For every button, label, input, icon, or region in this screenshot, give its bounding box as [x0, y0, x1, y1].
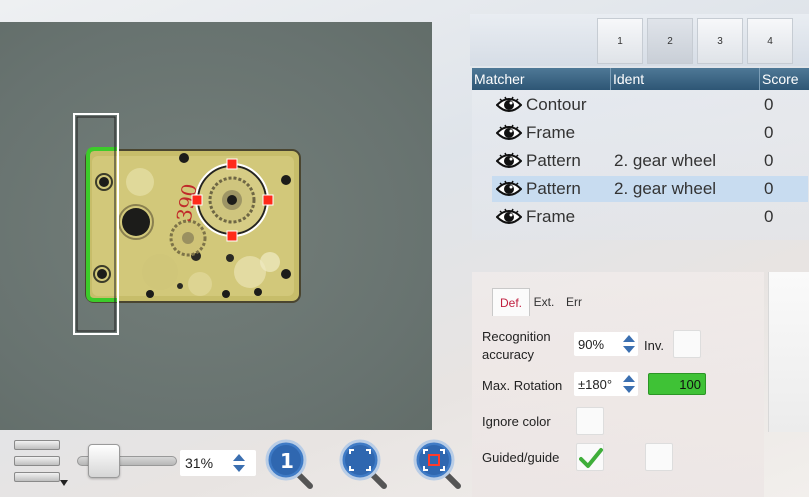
table-row[interactable]: Frame 0: [492, 204, 808, 230]
visibility-eye-icon[interactable]: [495, 124, 523, 142]
tab-def[interactable]: Def.: [492, 288, 530, 316]
svg-text:1: 1: [280, 449, 294, 473]
image-viewer[interactable]: 390: [0, 22, 432, 430]
visibility-eye-icon[interactable]: [495, 180, 523, 198]
column-header-score[interactable]: Score: [762, 71, 799, 87]
part-image: 390: [73, 113, 301, 335]
column-header-matcher[interactable]: Matcher: [474, 71, 525, 87]
tab-1[interactable]: 1: [597, 18, 643, 64]
cell-matcher: Frame: [526, 207, 576, 226]
cell-score: 0: [764, 179, 774, 198]
cell-matcher: Pattern: [526, 179, 581, 198]
table-row[interactable]: Pattern 2. gear wheel 0: [492, 176, 808, 202]
cell-score: 0: [764, 95, 774, 114]
guided-secondary-checkbox[interactable]: [645, 443, 673, 471]
inv-checkbox[interactable]: [673, 330, 701, 358]
visibility-eye-icon[interactable]: [495, 96, 523, 114]
ignore-color-label: Ignore color: [482, 414, 551, 429]
cell-score: 0: [764, 207, 774, 226]
guided-checkbox[interactable]: [576, 443, 604, 471]
tab-err[interactable]: Err: [562, 288, 586, 316]
table-header: Matcher Ident Score: [472, 68, 809, 90]
layout-menu-icon[interactable]: [12, 438, 70, 488]
zoom-value-field[interactable]: 31%: [180, 450, 256, 476]
rotation-score-field[interactable]: 100: [648, 373, 706, 395]
recognition-spinner-icon[interactable]: [622, 333, 636, 355]
rotation-value: ±180°: [578, 377, 613, 392]
tab-4[interactable]: 4: [747, 18, 793, 64]
rotation-field[interactable]: ±180°: [574, 372, 638, 396]
check-icon: [579, 448, 603, 468]
zoom-1-1-icon[interactable]: 1: [264, 438, 316, 490]
side-panel: [768, 272, 809, 432]
zoom-value: 31%: [185, 455, 214, 471]
zoom-selection-icon[interactable]: [412, 438, 464, 490]
inv-label: Inv.: [644, 338, 664, 353]
column-header-ident[interactable]: Ident: [613, 71, 644, 87]
recognition-accuracy-field[interactable]: 90%: [574, 332, 638, 356]
cell-ident: 2. gear wheel: [614, 179, 717, 198]
ignore-color-checkbox[interactable]: [576, 407, 604, 435]
cell-matcher: Pattern: [526, 151, 581, 170]
recognition-label-line2: accuracy: [482, 347, 535, 362]
recognition-accuracy-value: 90%: [578, 337, 605, 352]
cell-ident: 2. gear wheel: [614, 151, 717, 170]
tab-ext[interactable]: Ext.: [530, 288, 558, 316]
table-row[interactable]: Contour 0: [492, 92, 808, 118]
zoom-slider-thumb[interactable]: [88, 444, 120, 478]
rotation-label: Max. Rotation: [482, 378, 563, 393]
table-row[interactable]: Frame 0: [492, 120, 808, 146]
visibility-eye-icon[interactable]: [495, 208, 523, 226]
cell-score: 0: [764, 123, 774, 142]
visibility-eye-icon[interactable]: [495, 152, 523, 170]
tab-3[interactable]: 3: [697, 18, 743, 64]
zoom-spinner-icon[interactable]: [232, 452, 246, 474]
cell-matcher: Contour: [526, 95, 587, 114]
rotation-score-value: 100: [679, 377, 701, 392]
table-row[interactable]: Pattern 2. gear wheel 0: [492, 148, 808, 174]
guided-label: Guided/guide: [482, 450, 560, 465]
cell-matcher: Frame: [526, 123, 576, 142]
rotation-spinner-icon[interactable]: [622, 373, 636, 395]
cell-score: 0: [764, 151, 774, 170]
tab-2[interactable]: 2: [647, 18, 693, 64]
zoom-fit-icon[interactable]: [338, 438, 390, 490]
recognition-label-line1: Recognition: [482, 329, 551, 344]
